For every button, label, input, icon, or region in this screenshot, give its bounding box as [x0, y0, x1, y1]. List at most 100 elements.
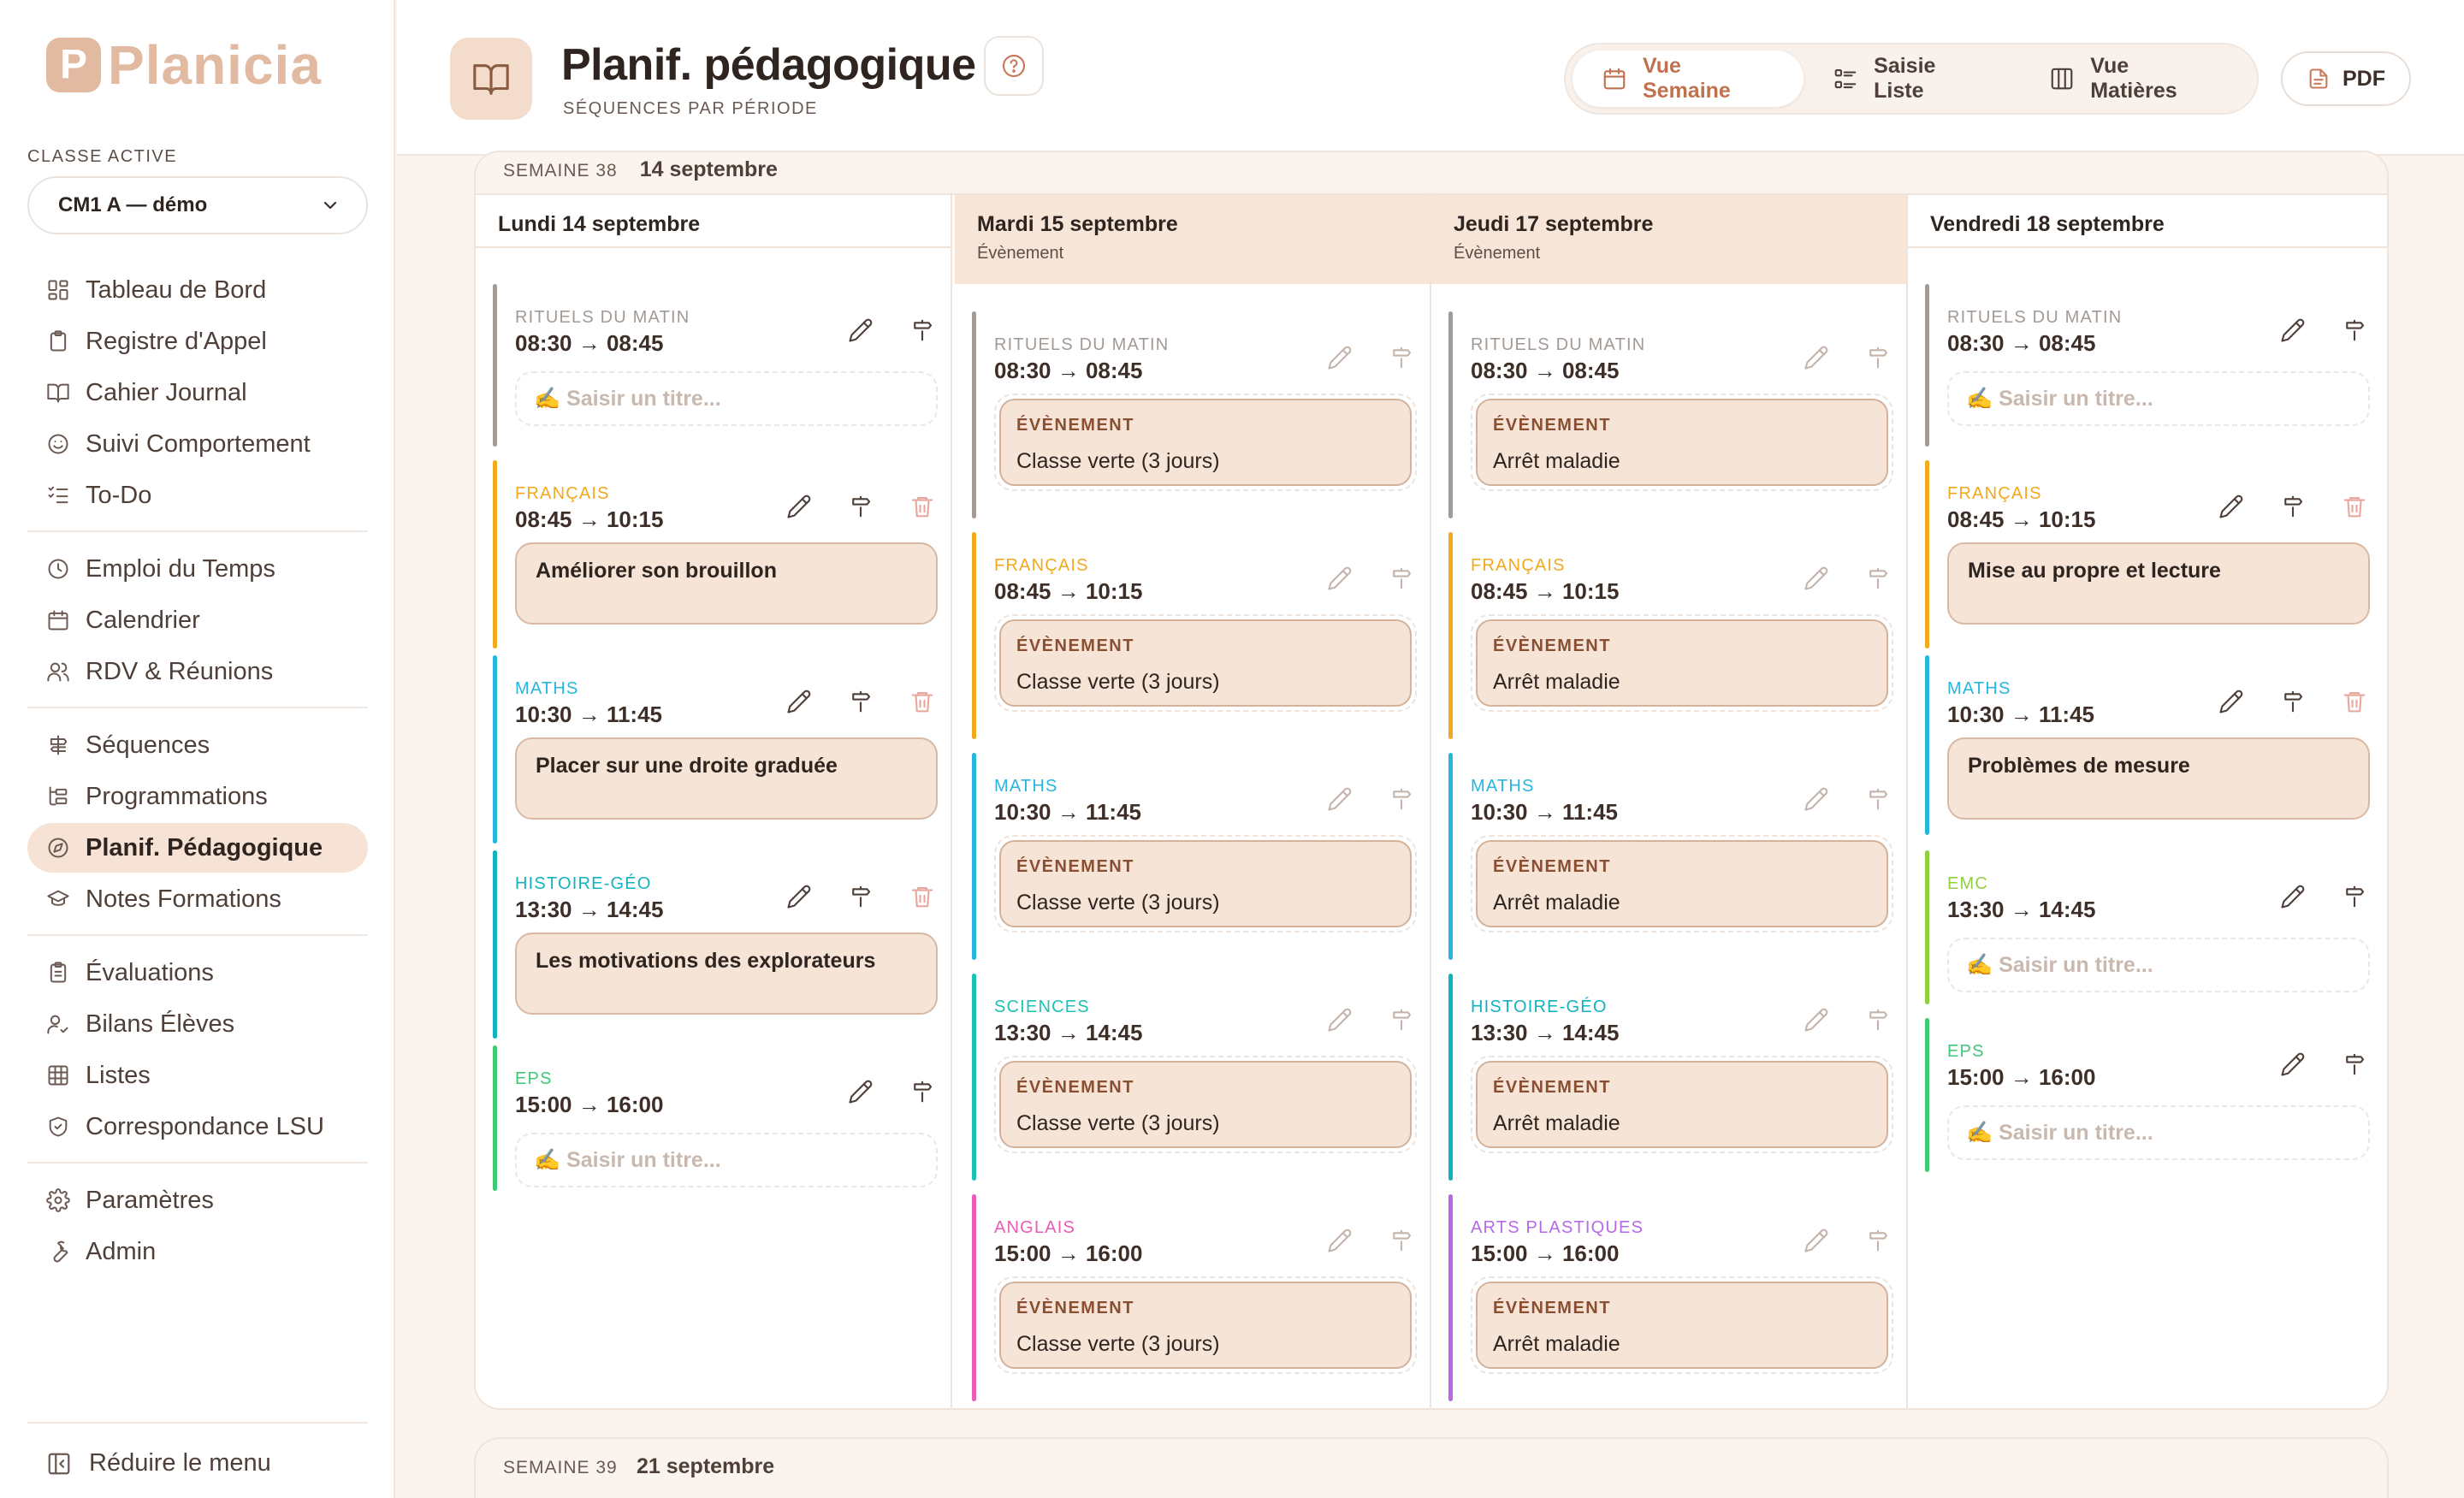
edit-pencil-icon[interactable] — [1801, 342, 1832, 373]
edit-pencil-icon[interactable] — [1801, 1225, 1832, 1256]
edit-pencil-icon[interactable] — [845, 1076, 876, 1107]
edit-pencil-icon[interactable] — [2277, 881, 2308, 912]
event-card[interactable]: ÉVÈNEMENT Classe verte (3 jours) — [994, 1056, 1417, 1153]
sidebar-item-emploi-du-temps[interactable]: Emploi du Temps — [27, 544, 368, 594]
event-card[interactable]: ÉVÈNEMENT Arrêt maladie — [1471, 614, 1893, 712]
sidebar-item-listes[interactable]: Listes — [27, 1051, 368, 1100]
help-button[interactable] — [984, 36, 1044, 96]
next-week-card[interactable]: SEMAINE 39 21 septembre — [474, 1437, 2389, 1498]
subject-color-bar — [493, 1045, 497, 1191]
view-tab-saisie-liste[interactable]: Saisie Liste — [1804, 50, 2020, 107]
active-class-select[interactable]: CM1 A — démo — [27, 176, 368, 234]
edit-pencil-icon[interactable] — [1324, 563, 1355, 594]
sequence-signpost-icon[interactable] — [1386, 784, 1417, 814]
lesson-title-input[interactable]: ✍️ Saisir un titre... — [1947, 371, 2370, 426]
edit-pencil-icon[interactable] — [2216, 491, 2247, 522]
lesson-title-input[interactable]: ✍️ Saisir un titre... — [1947, 1105, 2370, 1160]
view-switch: Vue Semaine Saisie Liste Vue Matières — [1564, 43, 2259, 115]
schedule-slot: MATHS 10:30 → 11:45 ÉVÈNEMENT Arrêt maladie — [1448, 753, 1893, 960]
schedule-slot: HISTOIRE-GÉO 13:30 → 14:45 ÉVÈNEMENT Arrêt … — [1448, 974, 1893, 1181]
edit-pencil-icon[interactable] — [1324, 784, 1355, 814]
sequence-signpost-icon[interactable] — [2339, 315, 2370, 346]
lesson-title[interactable]: Améliorer son brouillon — [515, 542, 938, 625]
sequence-signpost-icon[interactable] — [907, 1076, 938, 1107]
edit-pencil-icon[interactable] — [784, 686, 814, 717]
lesson-title-input[interactable]: ✍️ Saisir un titre... — [515, 371, 938, 426]
edit-pencil-icon[interactable] — [1801, 1004, 1832, 1035]
event-card[interactable]: ÉVÈNEMENT Classe verte (3 jours) — [994, 1276, 1417, 1374]
edit-pencil-icon[interactable] — [1801, 563, 1832, 594]
lesson-title[interactable]: Les motivations des explorateurs — [515, 933, 938, 1015]
sequence-signpost-icon[interactable] — [1863, 784, 1893, 814]
edit-pencil-icon[interactable] — [2277, 315, 2308, 346]
sidebar-item-sequences[interactable]: Séquences — [27, 720, 368, 770]
sequence-signpost-icon[interactable] — [1863, 1004, 1893, 1035]
sequence-signpost-icon[interactable] — [1863, 342, 1893, 373]
delete-trash-icon[interactable] — [907, 881, 938, 912]
sequence-signpost-icon[interactable] — [845, 491, 876, 522]
sequence-signpost-icon[interactable] — [1863, 1225, 1893, 1256]
lesson-title-input[interactable]: ✍️ Saisir un titre... — [1947, 938, 2370, 992]
edit-pencil-icon[interactable] — [1324, 1004, 1355, 1035]
edit-pencil-icon[interactable] — [1324, 342, 1355, 373]
slot-actions — [1770, 1004, 1893, 1035]
sidebar-item-correspondance-lsu[interactable]: Correspondance LSU — [27, 1102, 368, 1152]
event-card[interactable]: ÉVÈNEMENT Arrêt maladie — [1471, 1056, 1893, 1153]
sidebar-item-suivi-comportement[interactable]: Suivi Comportement — [27, 419, 368, 469]
edit-pencil-icon[interactable] — [784, 881, 814, 912]
sequence-signpost-icon[interactable] — [2277, 491, 2308, 522]
pdf-export-button[interactable]: PDF — [2281, 51, 2411, 106]
sidebar-item-programmations[interactable]: Programmations — [27, 772, 368, 821]
sidebar-item-rdv-reunions[interactable]: RDV & Réunions — [27, 647, 368, 696]
sequence-signpost-icon[interactable] — [2277, 686, 2308, 717]
sidebar-item-calendrier[interactable]: Calendrier — [27, 595, 368, 645]
event-name: Arrêt maladie — [1493, 670, 1620, 694]
sequence-signpost-icon[interactable] — [907, 315, 938, 346]
event-card[interactable]: ÉVÈNEMENT Arrêt maladie — [1471, 835, 1893, 933]
event-card[interactable]: ÉVÈNEMENT Arrêt maladie — [1471, 1276, 1893, 1374]
sequence-signpost-icon[interactable] — [1386, 563, 1417, 594]
sequence-signpost-icon[interactable] — [2339, 881, 2370, 912]
sequence-signpost-icon[interactable] — [1386, 1004, 1417, 1035]
delete-trash-icon[interactable] — [907, 491, 938, 522]
sidebar-item-planif-pedagogique[interactable]: Planif. Pédagogique — [27, 823, 368, 873]
sequence-signpost-icon[interactable] — [1386, 342, 1417, 373]
app-logo[interactable]: P Planicia — [46, 38, 322, 92]
event-card[interactable]: ÉVÈNEMENT Classe verte (3 jours) — [994, 614, 1417, 712]
lesson-title-input[interactable]: ✍️ Saisir un titre... — [515, 1133, 938, 1187]
sequence-signpost-icon[interactable] — [845, 881, 876, 912]
event-card[interactable]: ÉVÈNEMENT Arrêt maladie — [1471, 394, 1893, 491]
sequence-signpost-icon[interactable] — [2339, 1049, 2370, 1080]
edit-pencil-icon[interactable] — [1801, 784, 1832, 814]
lesson-title[interactable]: Mise au propre et lecture — [1947, 542, 2370, 625]
event-card[interactable]: ÉVÈNEMENT Classe verte (3 jours) — [994, 394, 1417, 491]
sidebar-item-admin[interactable]: Admin — [27, 1227, 368, 1276]
view-tab-vue-semaine[interactable]: Vue Semaine — [1573, 50, 1804, 107]
lesson-title[interactable]: Problèmes de mesure — [1947, 737, 2370, 820]
edit-pencil-icon[interactable] — [845, 315, 876, 346]
delete-trash-icon[interactable] — [2339, 686, 2370, 717]
sidebar-item-registre-d-appel[interactable]: Registre d'Appel — [27, 317, 368, 366]
edit-pencil-icon[interactable] — [784, 491, 814, 522]
sequence-signpost-icon[interactable] — [845, 686, 876, 717]
sidebar-item-cahier-journal[interactable]: Cahier Journal — [27, 368, 368, 417]
sidebar-item-parametres[interactable]: Paramètres — [27, 1175, 368, 1225]
collapse-menu-button[interactable]: Réduire le menu — [27, 1422, 368, 1477]
sidebar-item-tableau-de-bord[interactable]: Tableau de Bord — [27, 265, 368, 315]
subject-color-bar — [1925, 460, 1929, 648]
event-card[interactable]: ÉVÈNEMENT Classe verte (3 jours) — [994, 835, 1417, 933]
sidebar-item-bilans-eleves[interactable]: Bilans Élèves — [27, 999, 368, 1049]
view-tab-vue-matieres[interactable]: Vue Matières — [2020, 50, 2250, 107]
edit-pencil-icon[interactable] — [1324, 1225, 1355, 1256]
delete-trash-icon[interactable] — [907, 686, 938, 717]
sidebar-item-evaluations[interactable]: Évaluations — [27, 948, 368, 998]
delete-trash-icon[interactable] — [2339, 491, 2370, 522]
sequence-signpost-icon[interactable] — [1863, 563, 1893, 594]
sequence-signpost-icon[interactable] — [1386, 1225, 1417, 1256]
subject-color-bar — [1448, 974, 1453, 1181]
edit-pencil-icon[interactable] — [2277, 1049, 2308, 1080]
sidebar-item-to-do[interactable]: To-Do — [27, 471, 368, 520]
edit-pencil-icon[interactable] — [2216, 686, 2247, 717]
lesson-title[interactable]: Placer sur une droite graduée — [515, 737, 938, 820]
sidebar-item-notes-formations[interactable]: Notes Formations — [27, 874, 368, 924]
